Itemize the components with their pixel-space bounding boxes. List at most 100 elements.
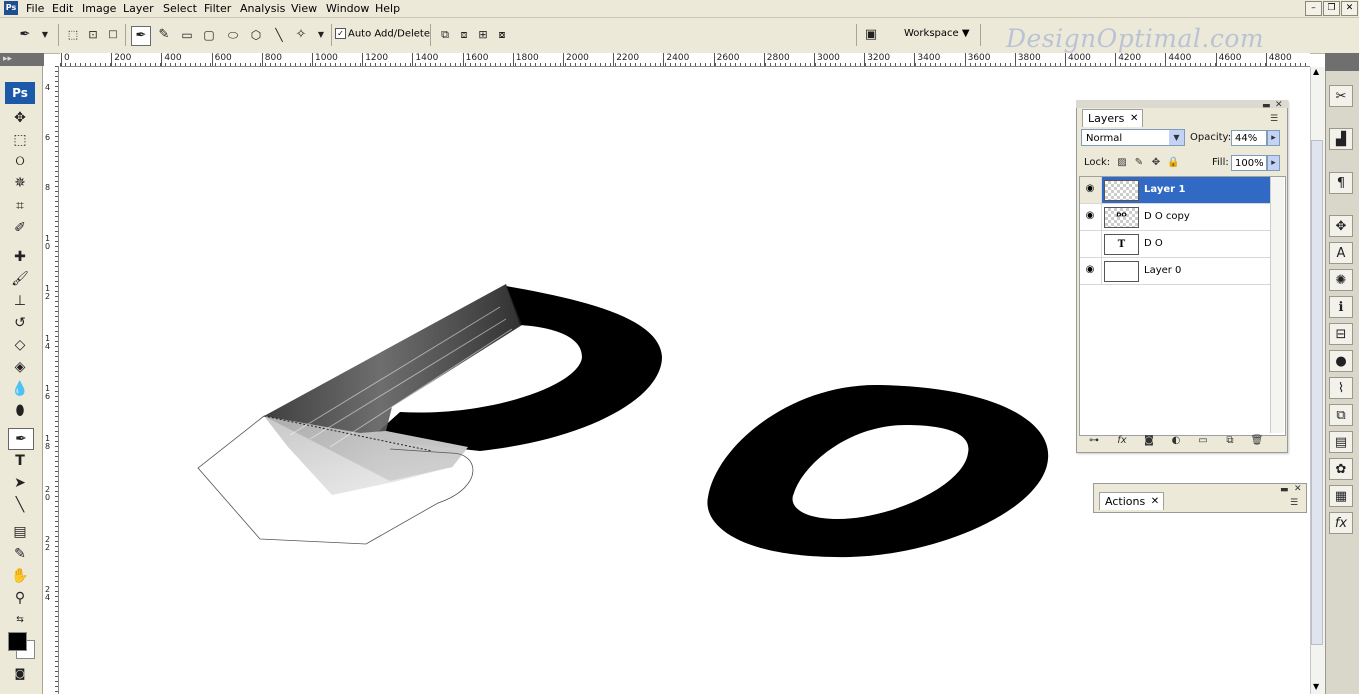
menu-file[interactable]: File: [24, 1, 46, 16]
clone-stamp-icon[interactable]: ⊥: [8, 291, 32, 311]
eraser-tool-icon[interactable]: ◇: [8, 335, 32, 355]
layer-style-icon[interactable]: fx: [1114, 434, 1130, 448]
dock-header[interactable]: [1325, 53, 1359, 71]
menu-analysis[interactable]: Analysis: [238, 1, 287, 16]
fill-arrow-icon[interactable]: ▸: [1267, 155, 1280, 171]
tab-layers[interactable]: Layers ✕: [1082, 109, 1144, 127]
eye-icon[interactable]: ◉: [1083, 182, 1097, 196]
paths-panel-icon[interactable]: ⌇: [1329, 377, 1353, 399]
close-button[interactable]: ✕: [1341, 1, 1358, 16]
menu-filter[interactable]: Filter: [202, 1, 233, 16]
crop-tool-icon[interactable]: ⌗: [8, 196, 32, 216]
fill-field[interactable]: 100%: [1231, 155, 1267, 171]
magic-wand-icon[interactable]: ✵: [8, 173, 32, 193]
layer-comps-icon[interactable]: ▤: [1329, 431, 1353, 453]
tab-close-icon[interactable]: ✕: [1130, 110, 1138, 127]
slice-tool-icon[interactable]: ✐: [8, 218, 32, 238]
navigator-icon[interactable]: ✂: [1329, 85, 1353, 107]
polygon-icon[interactable]: ⬡: [247, 26, 265, 44]
lock-image-icon[interactable]: ✎: [1133, 157, 1145, 169]
menu-layer[interactable]: Layer: [121, 1, 156, 16]
adjustment-layer-icon[interactable]: ◐: [1168, 434, 1184, 448]
layer-list-scrollbar[interactable]: [1270, 177, 1284, 433]
menu-select[interactable]: Select: [161, 1, 199, 16]
paths-icon[interactable]: ⊡: [84, 26, 102, 44]
zoom-tool-icon[interactable]: ⚲: [8, 588, 32, 608]
ellipse-icon[interactable]: ⬭: [224, 26, 242, 44]
grid-icon[interactable]: ▦: [1329, 485, 1353, 507]
tools-panel-header[interactable]: ▸▸: [0, 53, 44, 66]
vertical-scrollbar-thumb[interactable]: [1311, 140, 1323, 645]
marquee-tool-icon[interactable]: ⬚: [8, 130, 32, 150]
layer-row[interactable]: ◉ Layer 1: [1080, 177, 1270, 204]
menu-edit[interactable]: Edit: [50, 1, 75, 16]
pen-tool-icon[interactable]: ✒: [131, 26, 151, 46]
panel-menu-icon[interactable]: ☰: [1270, 114, 1278, 124]
eyedropper-icon[interactable]: ✎: [8, 544, 32, 564]
panel-close-icon[interactable]: ✕: [1275, 100, 1283, 110]
paint-bucket-icon[interactable]: ◈: [8, 357, 32, 377]
foreground-color-front[interactable]: [8, 632, 27, 651]
new-layer-icon[interactable]: ⧉: [1222, 434, 1238, 448]
fx-icon[interactable]: fx: [1329, 512, 1353, 534]
bridge-icon[interactable]: ▣: [862, 26, 880, 44]
layers-panel-titlebar[interactable]: [1076, 100, 1288, 108]
workspace-menu[interactable]: Workspace ▼: [904, 28, 970, 39]
rounded-rectangle-icon[interactable]: ▢: [200, 26, 218, 44]
menu-window[interactable]: Window: [324, 1, 371, 16]
lock-position-icon[interactable]: ✥: [1150, 157, 1162, 169]
lasso-tool-icon[interactable]: ଠ: [8, 151, 32, 171]
layer-row[interactable]: ◉ ᴰᴼ D O copy: [1080, 204, 1270, 231]
fill-pixels-icon[interactable]: □: [104, 26, 122, 44]
add-to-path-icon[interactable]: ⧉: [436, 26, 454, 44]
brushes-icon[interactable]: ✥: [1329, 215, 1353, 237]
tool-presets-icon[interactable]: ✿: [1329, 458, 1353, 480]
scroll-up-icon[interactable]: ▲: [1313, 67, 1319, 76]
lock-transparent-icon[interactable]: ▨: [1116, 157, 1128, 169]
notes-tool-icon[interactable]: ▤: [8, 522, 32, 542]
move-tool-icon[interactable]: ✥: [8, 108, 32, 128]
tab-close-icon[interactable]: ✕: [1151, 493, 1159, 510]
intersect-path-icon[interactable]: ⊞: [474, 26, 492, 44]
pen-tool-selected-icon[interactable]: ✒: [8, 428, 34, 450]
swap-colors-icon[interactable]: ⇆: [8, 610, 32, 630]
styles-icon[interactable]: ●: [1329, 350, 1353, 372]
eye-icon[interactable]: ◉: [1083, 209, 1097, 223]
ps-badge-icon[interactable]: Ps: [5, 82, 35, 104]
trash-icon[interactable]: 🗑: [1249, 434, 1265, 448]
blur-tool-icon[interactable]: 💧: [8, 379, 32, 399]
histogram-icon[interactable]: ▟: [1329, 128, 1353, 150]
menu-view[interactable]: View: [289, 1, 319, 16]
rectangle-shape-icon[interactable]: ▭: [178, 26, 196, 44]
line-shape-icon[interactable]: ╲: [270, 26, 288, 44]
hand-tool-icon[interactable]: ✋: [8, 566, 32, 586]
opacity-arrow-icon[interactable]: ▸: [1267, 130, 1280, 146]
eye-icon[interactable]: ◉: [1083, 263, 1097, 277]
dodge-tool-icon[interactable]: ⬮: [8, 401, 32, 421]
blend-mode-select[interactable]: Normal ▼: [1081, 129, 1185, 146]
actions-menu-icon[interactable]: ☰: [1290, 498, 1298, 508]
type-tool-icon[interactable]: T: [8, 451, 32, 471]
color-icon[interactable]: ✺: [1329, 269, 1353, 291]
paragraph-icon[interactable]: ¶: [1329, 172, 1353, 194]
layer-mask-icon[interactable]: ◙: [1141, 434, 1157, 448]
shape-dropdown-icon[interactable]: ▼: [312, 26, 330, 44]
swatches-icon[interactable]: ⊟: [1329, 323, 1353, 345]
layer-row[interactable]: ◉ Layer 0: [1080, 258, 1270, 285]
panel-minimize-icon[interactable]: ▬: [1262, 101, 1271, 111]
healing-brush-icon[interactable]: ✚: [8, 247, 32, 267]
custom-shape-icon[interactable]: ✧: [292, 26, 310, 44]
link-layers-icon[interactable]: ⊶: [1086, 434, 1102, 448]
pen-preset-icon[interactable]: ✒: [16, 26, 34, 44]
tab-actions[interactable]: Actions ✕: [1099, 492, 1165, 510]
menu-help[interactable]: Help: [373, 1, 402, 16]
actions-close-icon[interactable]: ✕: [1294, 484, 1302, 494]
lock-all-icon[interactable]: 🔒: [1167, 157, 1179, 169]
path-selection-icon[interactable]: ➤: [8, 473, 32, 493]
info-icon[interactable]: ℹ: [1329, 296, 1353, 318]
character-icon[interactable]: A: [1329, 242, 1353, 264]
menu-image[interactable]: Image: [80, 1, 118, 16]
auto-add-delete-checkbox[interactable]: ✓ Auto Add/Delete: [335, 28, 430, 40]
eye-hidden-icon[interactable]: [1083, 236, 1097, 250]
new-group-icon[interactable]: ▭: [1195, 434, 1211, 448]
